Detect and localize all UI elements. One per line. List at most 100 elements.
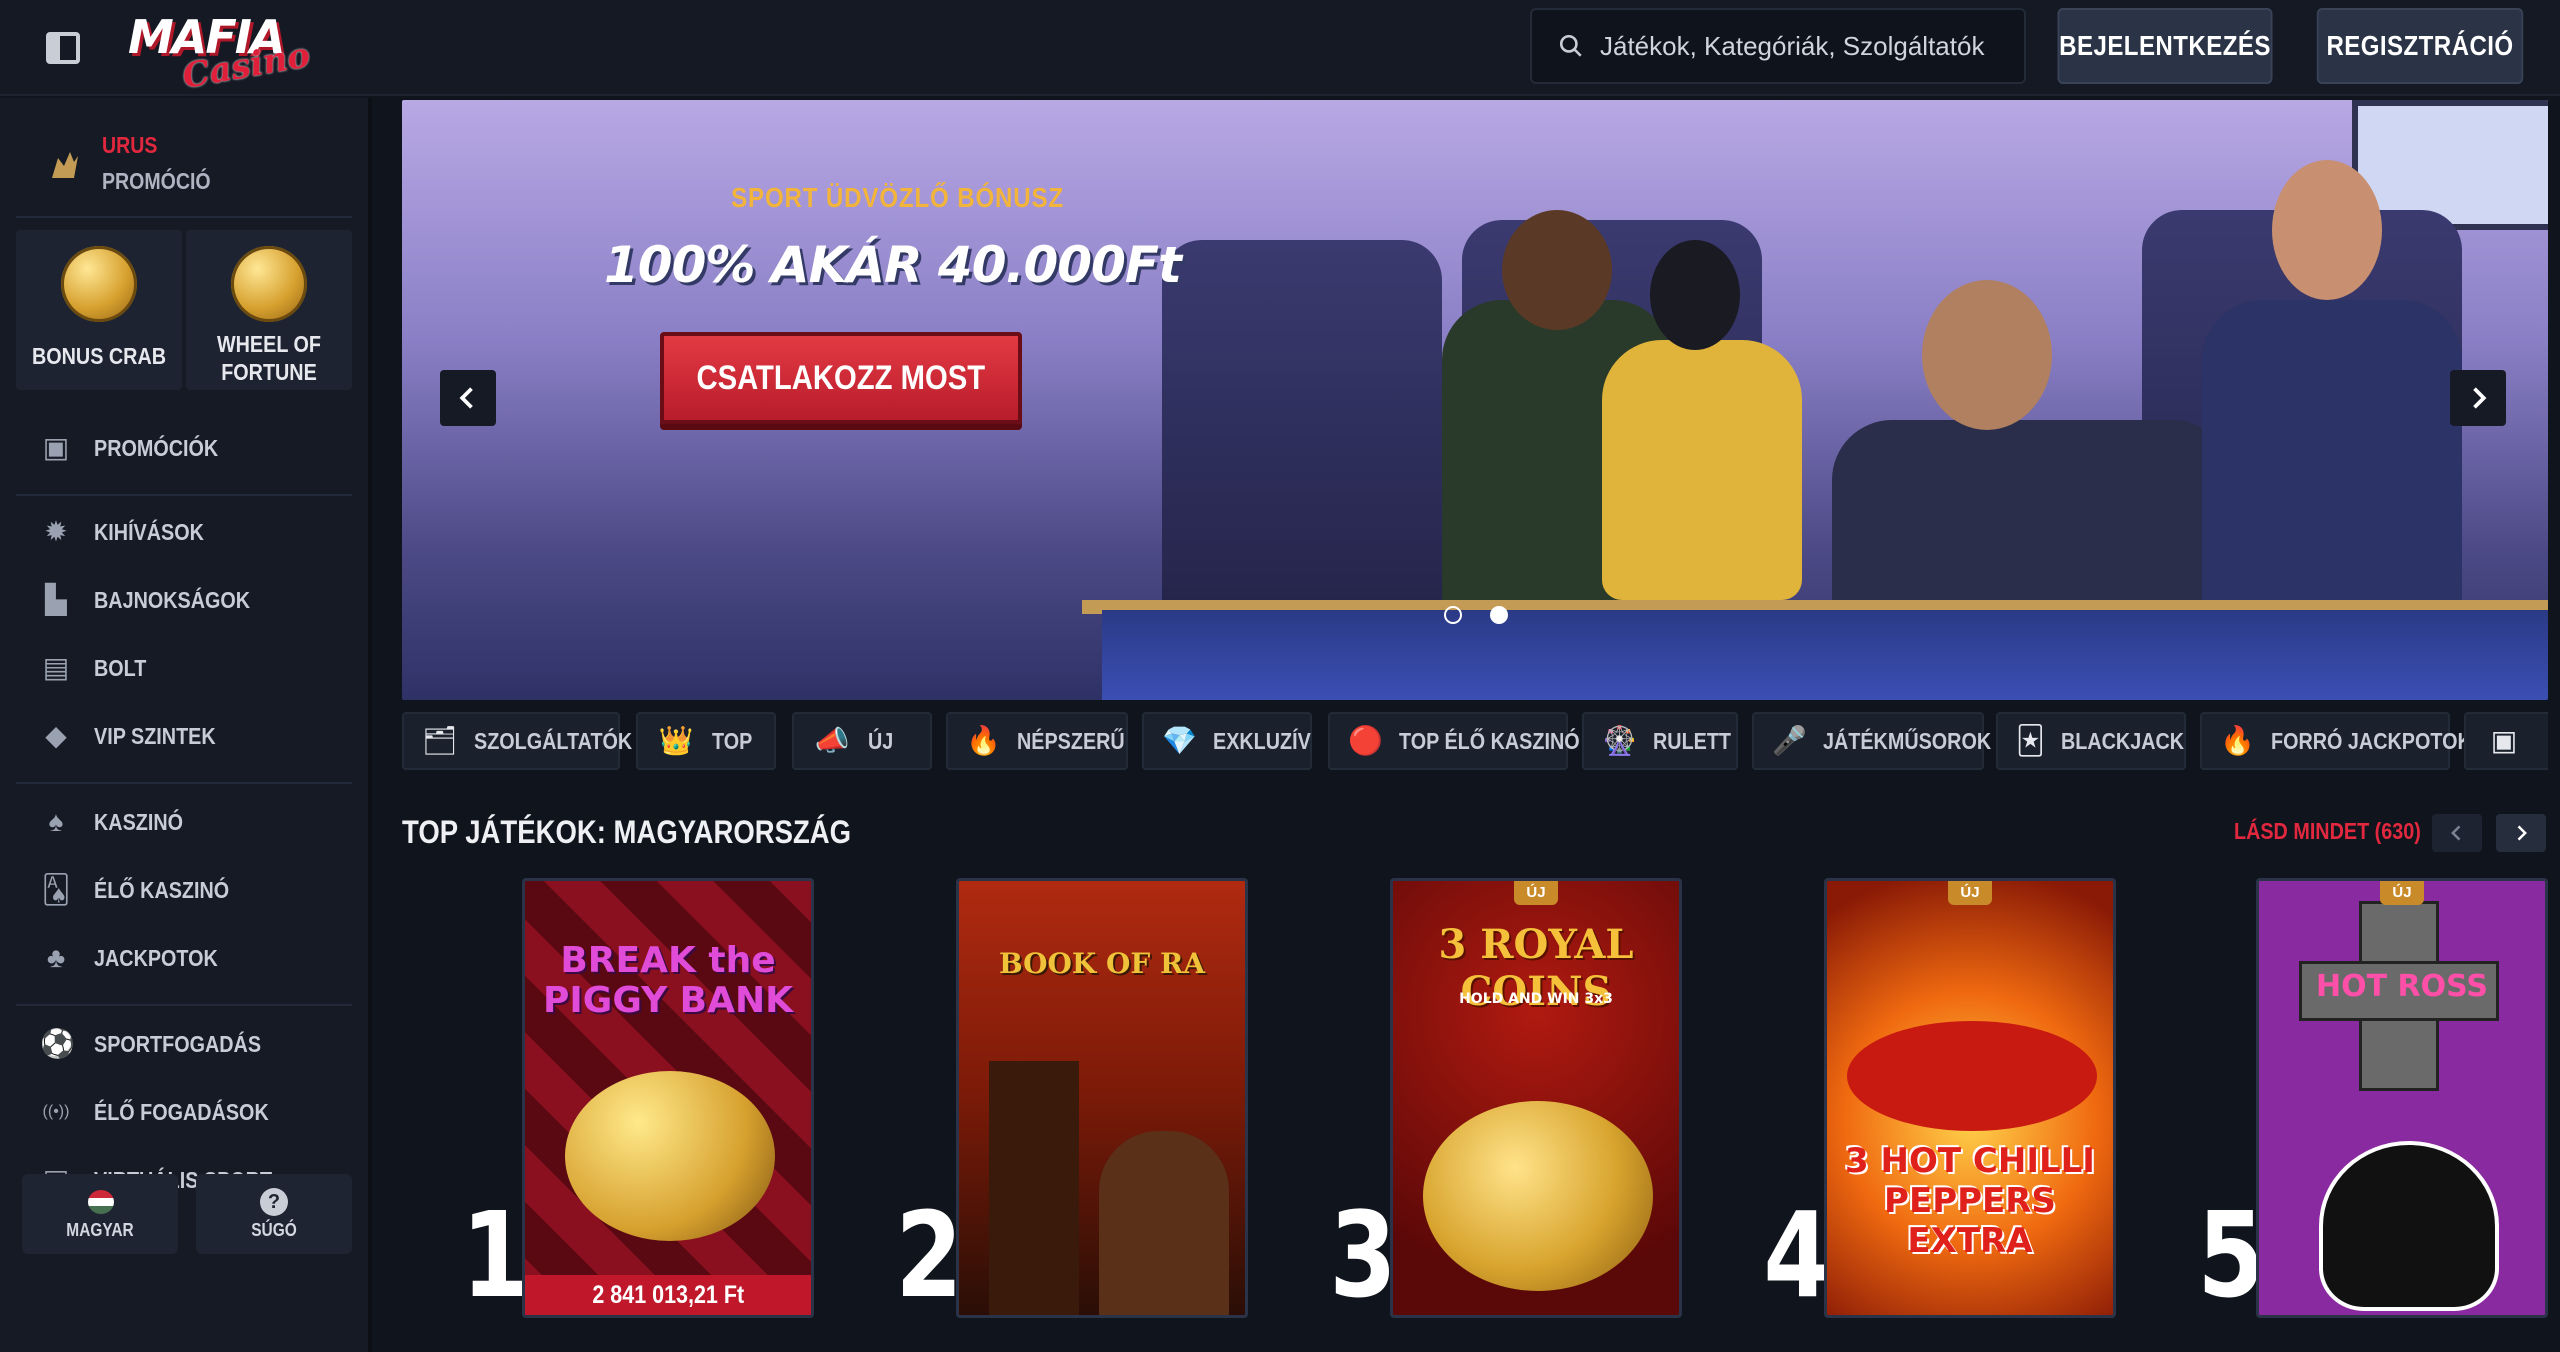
new-badge: ÚJ [1948,881,1992,905]
banner-railing-cloth [1102,610,2548,700]
game-title: 3 HOT CHILLI PEPPERS EXTRA [1845,1141,2095,1261]
game-rank: 1 [461,1186,529,1324]
crown-icon: 👑 [658,725,694,756]
sidebar-item-label: KIHÍVÁSOK [94,518,204,545]
new-badge: ÚJ [2380,881,2424,905]
cat-character-image [2319,1141,2499,1311]
category-exkluziv[interactable]: 💎 EXKLUZÍV [1142,712,1312,770]
join-now-button[interactable]: CSATLAKOZZ MOST [660,332,1022,424]
banner-seat [1162,240,1442,620]
crab-coin-icon [61,246,137,322]
game-rank: 3 [1329,1186,1397,1324]
sidebar-item-kihivasok[interactable]: ✹ KIHÍVÁSOK [40,510,340,554]
sidebar-item-jackpotok[interactable]: ♣ JACKPOTOK [40,936,340,980]
blackjack-icon: 🃏 [2016,725,2045,756]
game-card-3-hot-chilli-peppers-extra[interactable]: ÚJ 3 HOT CHILLI PEPPERS EXTRA [1824,878,2116,1318]
new-badge: ÚJ [1514,881,1558,905]
category-label: EXKLUZÍV [1212,727,1311,754]
games-next-button[interactable] [2496,814,2546,852]
chip-icon: 🔴 [1348,725,1383,756]
search-bar[interactable] [1530,8,2026,84]
category-rulett[interactable]: 🎡 RULETT [1582,712,1738,770]
sidebar-item-sportfogadas[interactable]: ⚽ SPORTFOGADÁS [40,1022,340,1066]
sidebar-item-bajnoksagok[interactable]: ▙ BAJNOKSÁGOK [40,578,340,622]
football-icon: ⚽ [40,1028,75,1059]
game-card-3-royal-coins[interactable]: ÚJ 3 ROYAL COINS HOLD AND WIN 3x3 [1390,878,1682,1318]
category-jatekmusorok[interactable]: 🎤 JÁTÉKMŰSOROK [1752,712,1991,770]
wheel-of-fortune-tile[interactable]: WHEEL OF FORTUNE [186,230,352,390]
banner-figure-head [2272,160,2382,300]
banner-prev-button[interactable] [440,370,496,426]
banner-subtitle: SPORT ÜDVÖZLŐ BÓNUSZ [731,182,1065,213]
gift-icon: ▣ [42,432,70,463]
language-button[interactable]: MAGYAR [22,1174,178,1254]
see-all-link[interactable]: LÁSD MINDET (630) [2234,818,2421,845]
search-input[interactable] [1600,30,2020,62]
temple-image [989,1061,1079,1315]
category-label: SZOLGÁLTATÓK [473,727,632,754]
help-button[interactable]: ? SÚGÓ [196,1174,352,1254]
register-button[interactable]: REGISZTRÁCIÓ [2316,8,2524,84]
game-card-break-the-piggy-bank[interactable]: BREAK the PIGGY BANK 2 841 013,21 Ft [522,878,814,1318]
join-now-label: CSATLAKOZZ MOST [696,358,986,397]
category-top-elo-kaszino[interactable]: 🔴 TOP ÉLŐ KASZINÓ [1328,712,1579,770]
category-uj[interactable]: 📣 ÚJ [792,712,932,770]
games-prev-button[interactable] [2432,814,2482,852]
sidebar-item-label: VIP SZINTEK [94,722,216,749]
chevron-left-icon [2451,825,2461,841]
chevron-right-icon [2517,825,2527,841]
banner-figure [1602,340,1802,600]
providers-icon: 🗂 [422,725,458,756]
sidebar-item-elo-kaszino[interactable]: 🂡 ÉLŐ KASZINÓ [40,868,340,912]
sidebar-item-promociok[interactable]: ▣ PROMÓCIÓK [40,426,340,470]
question-icon: ? [260,1188,288,1216]
category-label: FORRÓ JACKPOTOK [2270,727,2472,754]
sidebar-item-elo-fogadasok[interactable]: ((•)) ÉLŐ FOGADÁSOK [40,1090,340,1134]
sidebar-toggle-icon[interactable] [38,28,90,68]
game-card-hot-ross[interactable]: ÚJ HOT ROSS [2256,878,2548,1318]
sidebar-divider [16,782,352,784]
sidebar-item-label: KASZINÓ [94,808,184,835]
language-label: MAGYAR [66,1220,134,1240]
hot-jackpot-icon: 🔥 [2220,725,2255,756]
category-forro-jackpotok[interactable]: 🔥 FORRÓ JACKPOTOK [2200,712,2472,770]
category-label: NÉPSZERŰ [1016,727,1125,754]
sidebar-item-label: SPORTFOGADÁS [94,1030,262,1057]
sidebar-promo-urus[interactable]: URUS PROMÓCIÓ [16,118,352,218]
banner-figure-head [1922,280,2052,430]
sidebar-item-label: PROMÓCIÓK [94,434,219,461]
banner-dot-1[interactable] [1444,606,1462,624]
game-rank: 5 [2197,1186,2265,1324]
sidebar-item-label: ÉLŐ KASZINÓ [94,876,230,903]
sidebar: URUS PROMÓCIÓ BONUS CRAB WHEEL OF FORTUN… [0,98,372,1352]
game-card-book-of-ra[interactable]: BOOK OF RA [956,878,1248,1318]
gold-coin-image [1423,1101,1653,1291]
game-rank: 2 [895,1186,963,1324]
search-icon [1559,34,1582,57]
category-blackjack[interactable]: 🃏 BLACKJACK [1996,712,2186,770]
banner-next-button[interactable] [2450,370,2506,426]
login-button[interactable]: BEJELENTKEZÉS [2057,8,2273,84]
tile-label-line1: WHEEL OF [216,331,322,357]
microphone-icon: 🎤 [1772,725,1807,756]
banner-dot-2-active[interactable] [1490,606,1508,624]
category-top[interactable]: 👑 TOP [636,712,776,770]
logo[interactable]: MAFIA Casino [122,6,322,97]
bull-icon [52,152,78,178]
sidebar-item-bolt[interactable]: ▤ BOLT [40,646,340,690]
sidebar-item-vip-szintek[interactable]: ◆ VIP SZINTEK [40,714,340,758]
wheel-icon [231,246,307,322]
category-nepszeru[interactable]: 🔥 NÉPSZERŰ [946,712,1128,770]
game-title: BREAK the PIGGY BANK [542,940,793,1021]
diamond-icon: 💎 [1162,725,1197,756]
game-subtitle: HOLD AND WIN 3x3 [1459,991,1613,1007]
bonus-crab-tile[interactable]: BONUS CRAB [16,230,182,390]
sidebar-item-label: ÉLŐ FOGADÁSOK [94,1098,269,1125]
banner-figure-head [1650,240,1740,350]
sidebar-item-kaszino[interactable]: ♠ KASZINÓ [40,800,340,844]
game-title: HOT ROSS [2316,969,2488,1004]
spade-icon: ♠ [48,806,64,837]
category-label: RULETT [1652,727,1731,754]
category-szolgaltatok[interactable]: 🗂 SZOLGÁLTATÓK [402,712,632,770]
category-more[interactable]: ▣ [2464,712,2548,770]
